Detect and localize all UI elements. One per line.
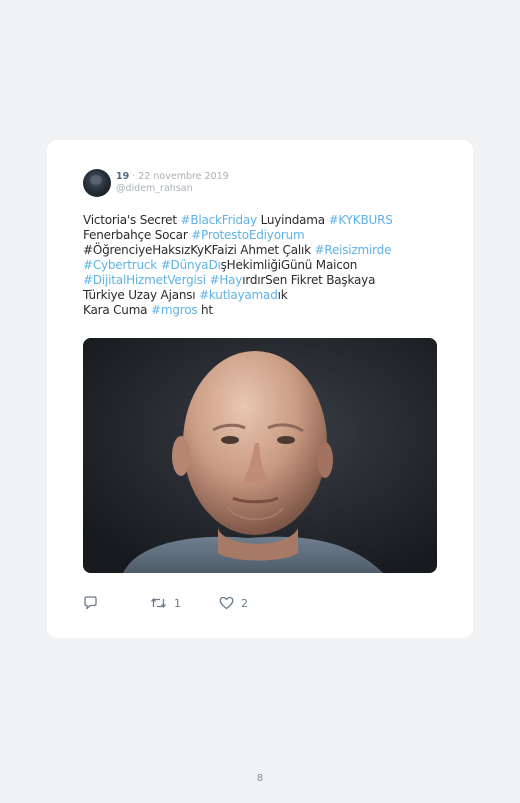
tweet-text-segment: Türkiye Uzay Ajansı (83, 288, 200, 302)
hashtag-link[interactable]: #DünyaDı (161, 258, 221, 272)
tweet-text-line: #DijitalHizmetVergisi #HayırdırSen Fikre… (83, 273, 443, 288)
tweet-text-segment: Luyindama (256, 213, 329, 227)
reply-button[interactable] (83, 594, 98, 612)
retweet-count: 1 (174, 596, 181, 610)
portrait-image (83, 338, 437, 573)
like-button[interactable]: 2 (219, 594, 248, 612)
tweet-card: 19 · 22 novembre 2019 @didem_rahsan Vict… (47, 140, 473, 638)
tweet-text-line: #Cybertruck #DünyaDışHekimliğiGünü Maico… (83, 258, 443, 273)
tweet-text-segment: şHekimliğiGünü Maicon (220, 258, 358, 272)
hashtag-link[interactable]: #kutlayamad (199, 288, 278, 302)
tweet-text-segment: Fenerbahçe Socar (83, 228, 192, 242)
heart-icon (219, 596, 234, 610)
tweet-text-segment: #ÖğrenciyeHaksızKyKFaizi Ahmet Çalık (83, 243, 315, 257)
hashtag-link[interactable]: #Cybertruck (83, 258, 157, 272)
hashtag-link[interactable]: #ProtestoEdiyorum (191, 228, 304, 242)
hashtag-link[interactable]: #mgros (151, 303, 198, 317)
hashtag-link[interactable]: #Hay (209, 273, 242, 287)
tweet-text-segment: ık (277, 288, 288, 302)
hashtag-link[interactable]: #BlackFriday (180, 213, 257, 227)
tweet-text: Victoria's Secret #BlackFriday Luyindama… (83, 213, 443, 318)
reply-icon (84, 596, 97, 610)
hashtag-link[interactable]: #KYKBURS (329, 213, 393, 227)
tweet-text-line: Fenerbahçe Socar #ProtestoEdiyorum (83, 228, 443, 243)
tweet-text-segment: Kara Cuma (83, 303, 151, 317)
tweet-actions: 1 2 (83, 594, 383, 612)
tweet-date[interactable]: 22 novembre 2019 (138, 171, 228, 182)
tweet-meta: 19 · 22 novembre 2019 (116, 170, 229, 184)
tweet-photo[interactable] (83, 338, 437, 573)
hashtag-link[interactable]: #Reisizmirde (314, 243, 391, 257)
tweet-text-line: Türkiye Uzay Ajansı #kutlayamadık (83, 288, 443, 303)
tweet-text-segment: ht (197, 303, 213, 317)
like-count: 2 (241, 596, 248, 610)
tweet-text-line: Kara Cuma #mgros ht (83, 303, 443, 318)
user-handle[interactable]: @didem_rahsan (116, 183, 193, 194)
avatar[interactable] (83, 169, 111, 197)
tweet-text-line: Victoria's Secret #BlackFriday Luyindama… (83, 213, 443, 228)
tweet-text-segment: ırdırSen Fikret Başkaya (242, 273, 376, 287)
user-number: 19 (116, 171, 130, 182)
retweet-icon (150, 597, 167, 609)
tweet-text-line: #ÖğrenciyeHaksızKyKFaizi Ahmet Çalık #Re… (83, 243, 443, 258)
hashtag-link[interactable]: #DijitalHizmetVergisi (83, 273, 206, 287)
page-number: 8 (256, 773, 264, 784)
tweet-text-segment: Victoria's Secret (83, 213, 181, 227)
meta-separator: · (129, 171, 139, 182)
retweet-button[interactable]: 1 (150, 594, 181, 612)
